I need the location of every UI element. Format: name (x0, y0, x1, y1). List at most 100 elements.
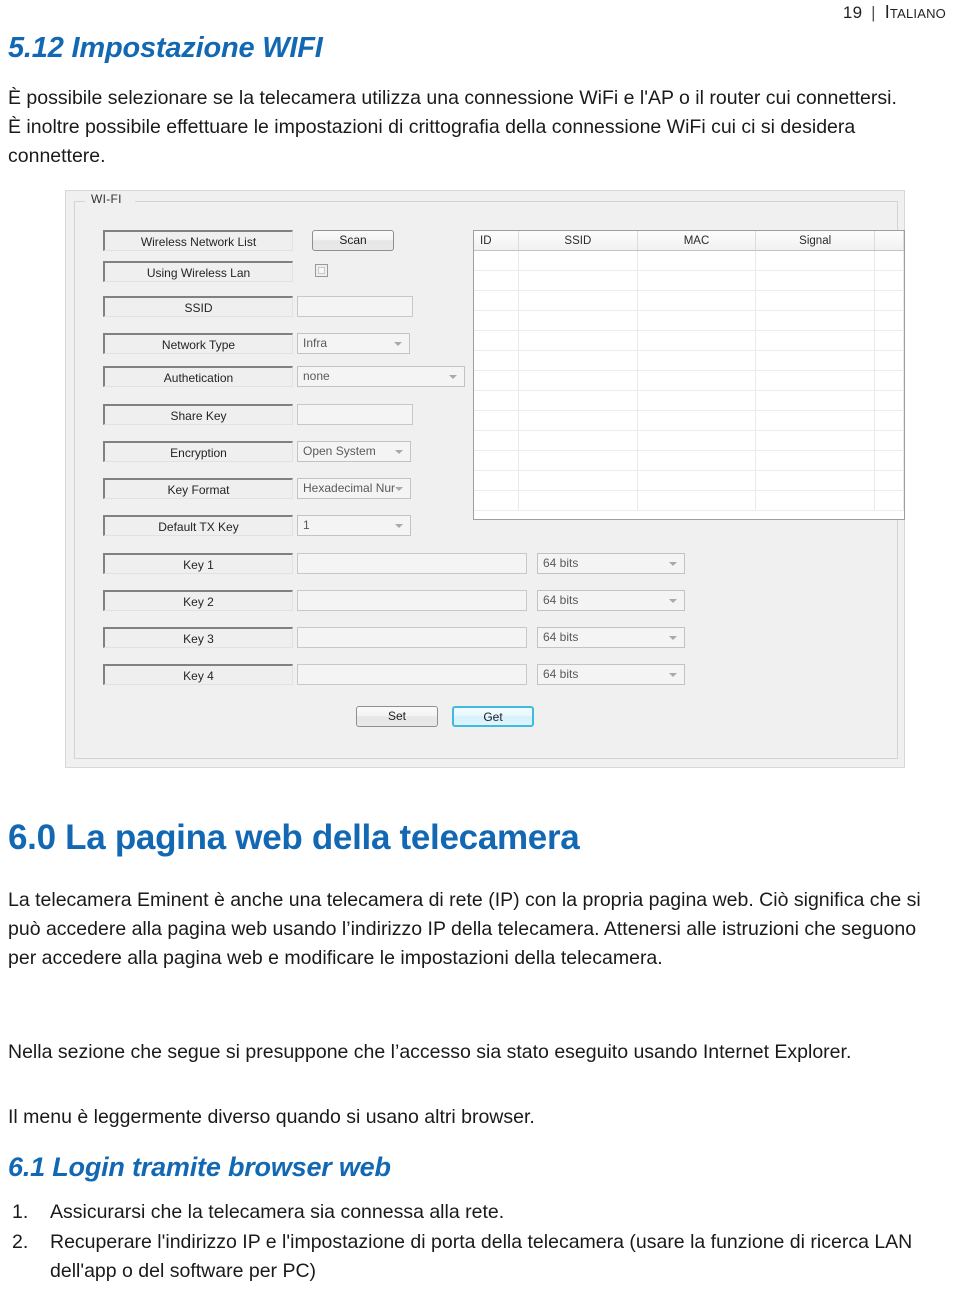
heading-section-6-1: 6.1 Login tramite browser web (8, 1152, 391, 1182)
table-cell (874, 370, 904, 391)
table-cell (518, 350, 638, 371)
wireless-network-table[interactable]: ID SSID MAC Signal (473, 230, 905, 520)
label-encryption: Encryption (103, 441, 293, 462)
wifi-groupbox-title: WI-FI (87, 192, 126, 206)
wifi-settings-dialog: WI-FI Wireless Network List Scan Using W… (65, 190, 905, 768)
table-row[interactable] (474, 450, 904, 471)
table-cell (474, 250, 519, 271)
table-cell (518, 470, 638, 491)
table-cell (874, 430, 904, 451)
chevron-down-icon (395, 524, 403, 528)
key-format-value: Hexadecimal Nur (303, 481, 396, 495)
table-row[interactable] (474, 390, 904, 411)
default-tx-key-value: 1 (303, 518, 310, 532)
table-cell (474, 310, 519, 331)
table-row[interactable] (474, 290, 904, 311)
key-4-input[interactable] (297, 664, 527, 685)
key-3-bits-value: 64 bits (543, 630, 579, 644)
table-row[interactable] (474, 250, 904, 271)
table-cell (637, 330, 757, 351)
table-cell (474, 270, 519, 291)
share-key-input[interactable] (297, 404, 413, 425)
key-3-input[interactable] (297, 627, 527, 648)
table-cell (637, 310, 757, 331)
table-cell (474, 390, 519, 411)
label-ssid: SSID (103, 296, 293, 317)
table-cell (755, 290, 875, 311)
set-button[interactable]: Set (356, 706, 438, 727)
table-row[interactable] (474, 430, 904, 451)
table-row[interactable] (474, 470, 904, 491)
authetication-combobox[interactable]: none (297, 366, 465, 387)
table-row[interactable] (474, 410, 904, 431)
key-2-bits-combobox[interactable]: 64 bits (537, 590, 685, 611)
table-cell (518, 430, 638, 451)
table-row[interactable] (474, 330, 904, 351)
network-type-combobox[interactable]: Infra (297, 333, 410, 354)
table-cell (874, 330, 904, 351)
list-item-text: Recuperare l'indirizzo IP e l'impostazio… (50, 1231, 913, 1282)
table-cell (874, 410, 904, 431)
column-header-spacer (874, 231, 904, 251)
table-row[interactable] (474, 490, 904, 511)
table-cell (518, 410, 638, 431)
table-header-row: ID SSID MAC Signal (474, 231, 904, 251)
chevron-down-icon (669, 636, 677, 640)
table-cell (518, 330, 638, 351)
table-cell (755, 310, 875, 331)
table-cell (518, 490, 638, 511)
table-cell (474, 290, 519, 311)
table-cell (637, 470, 757, 491)
table-cell (518, 310, 638, 331)
label-authetication: Authetication (103, 366, 293, 387)
scan-button[interactable]: Scan (312, 230, 394, 251)
label-wireless-network-list: Wireless Network List (103, 230, 293, 251)
table-cell (474, 330, 519, 351)
table-cell (637, 250, 757, 271)
key-format-combobox[interactable]: Hexadecimal Nur (297, 478, 411, 499)
chevron-down-icon (669, 599, 677, 603)
table-cell (518, 270, 638, 291)
key-3-bits-combobox[interactable]: 64 bits (537, 627, 685, 648)
get-button[interactable]: Get (452, 706, 534, 727)
table-row[interactable] (474, 310, 904, 331)
table-cell (637, 350, 757, 371)
key-1-input[interactable] (297, 553, 527, 574)
table-cell (874, 450, 904, 471)
table-cell (755, 470, 875, 491)
list-item-number: 2. (12, 1231, 29, 1253)
key-4-bits-combobox[interactable]: 64 bits (537, 664, 685, 685)
key-2-bits-value: 64 bits (543, 593, 579, 607)
table-cell (474, 350, 519, 371)
paragraph-section-5-12: È possibile selezionare se la telecamera… (8, 87, 897, 167)
paragraph-section-6-0-first: La telecamera Eminent è anche una teleca… (8, 889, 921, 969)
table-cell (755, 250, 875, 271)
page-number: 19 (842, 3, 863, 22)
column-header-signal: Signal (755, 231, 875, 251)
table-cell (637, 430, 757, 451)
label-share-key: Share Key (103, 404, 293, 425)
key-1-bits-combobox[interactable]: 64 bits (537, 553, 685, 574)
table-cell (874, 290, 904, 311)
key-2-input[interactable] (297, 590, 527, 611)
table-cell (474, 470, 519, 491)
table-cell (474, 370, 519, 391)
table-cell (637, 290, 757, 311)
table-row[interactable] (474, 270, 904, 291)
table-cell (755, 490, 875, 511)
page-language-label: Italiano (884, 2, 946, 22)
default-tx-key-combobox[interactable]: 1 (297, 515, 411, 536)
list-item-text: Assicurarsi che la telecamera sia connes… (50, 1201, 505, 1223)
using-wireless-lan-checkbox[interactable] (315, 264, 328, 277)
table-cell (637, 270, 757, 291)
heading-section-6-0: 6.0 La pagina web della telecamera (8, 818, 580, 857)
chevron-down-icon (669, 673, 677, 677)
table-row[interactable] (474, 350, 904, 371)
table-cell (637, 490, 757, 511)
ssid-input[interactable] (297, 296, 413, 317)
key-4-bits-value: 64 bits (543, 667, 579, 681)
table-row[interactable] (474, 370, 904, 391)
encryption-combobox[interactable]: Open System (297, 441, 411, 462)
key-1-bits-value: 64 bits (543, 556, 579, 570)
label-key-format: Key Format (103, 478, 293, 499)
